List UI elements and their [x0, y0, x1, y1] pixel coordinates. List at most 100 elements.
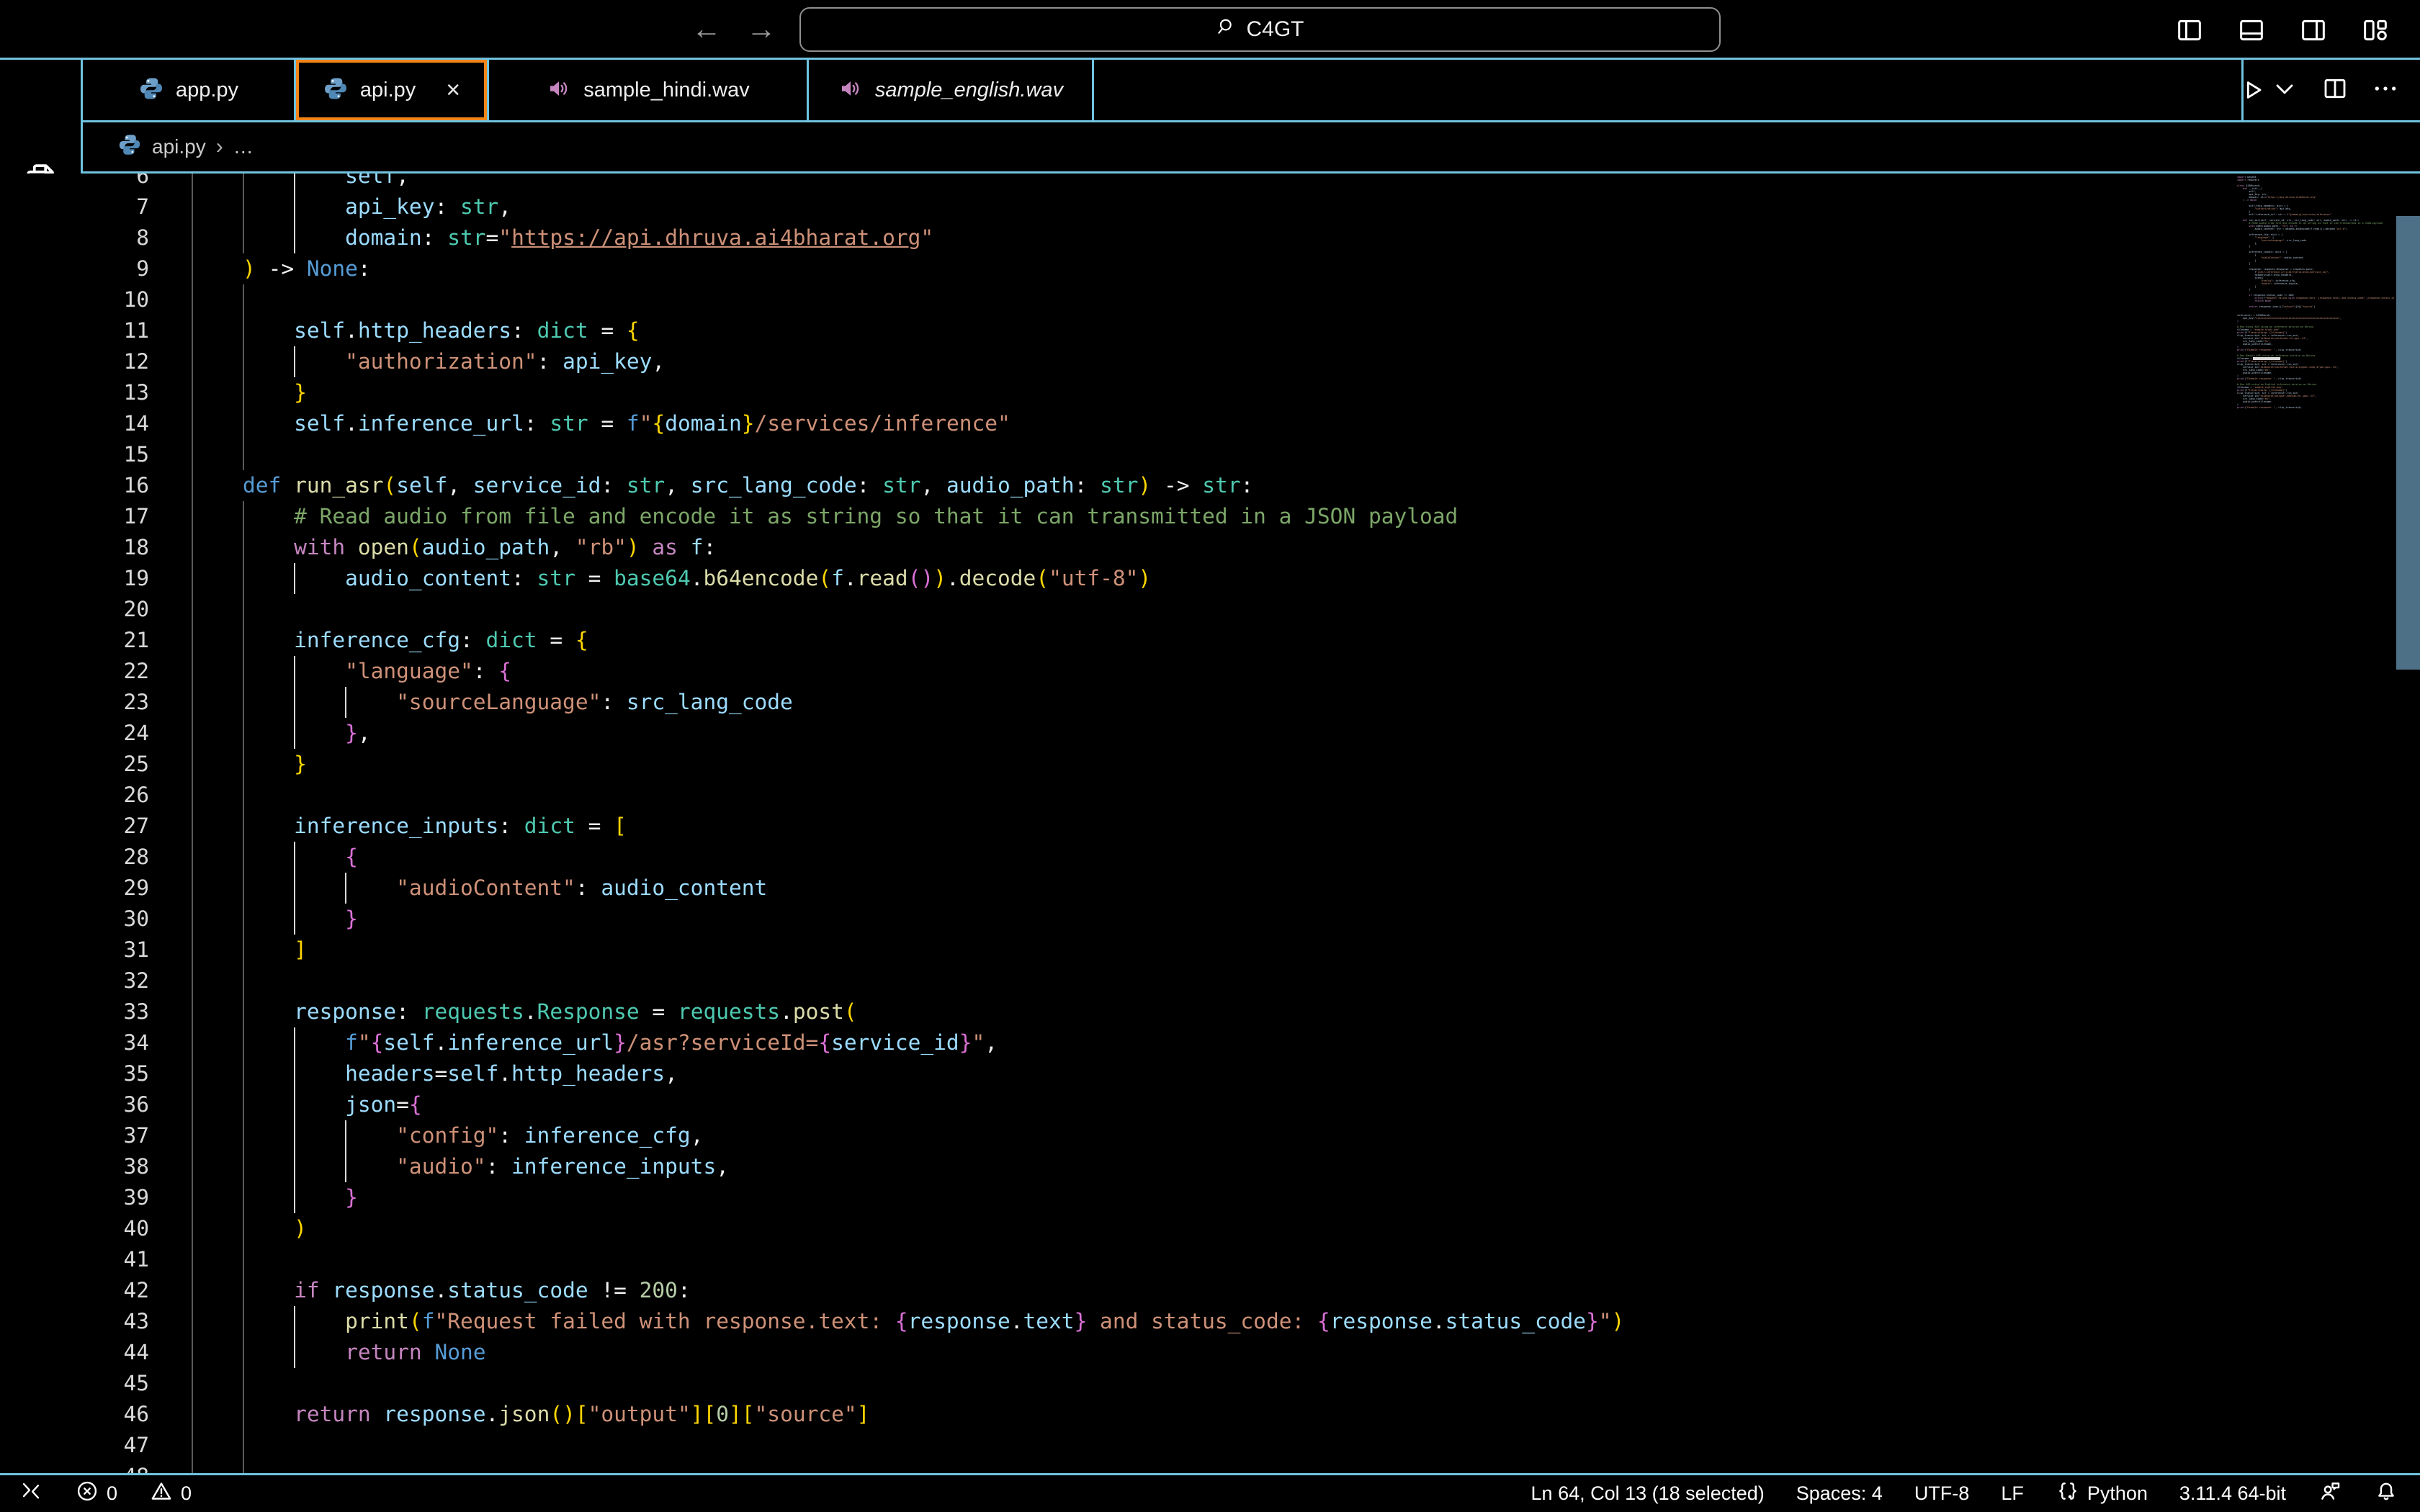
code-line[interactable]: 23 "sourceLanguage": src_lang_code: [0, 687, 2420, 718]
code-line[interactable]: 35 headers=self.http_headers,: [0, 1058, 2420, 1089]
line-number: 6: [81, 174, 149, 192]
line-number: 21: [81, 625, 149, 656]
status-lf[interactable]: LF: [2001, 1482, 2024, 1505]
tab-sample_hindi.wav[interactable]: sample_hindi.wav: [489, 60, 809, 120]
code-line[interactable]: 45: [0, 1368, 2420, 1399]
code-line[interactable]: 6 self,: [0, 174, 2420, 192]
code-line[interactable]: 22 "language": {: [0, 656, 2420, 687]
code-line[interactable]: 33 response: requests.Response = request…: [0, 996, 2420, 1027]
minimap[interactable]: import base64import requestsclass AI4Bha…: [2237, 176, 2394, 1473]
status-ln-64-col-13-18-selected[interactable]: Ln 64, Col 13 (18 selected): [1531, 1482, 1765, 1505]
code-line[interactable]: 17 # Read audio from file and encode it …: [0, 501, 2420, 532]
code-line[interactable]: 18 with open(audio_path, "rb") as f:: [0, 532, 2420, 563]
indent-guide: [243, 966, 244, 996]
code-line[interactable]: 44 return None: [0, 1337, 2420, 1368]
code-line[interactable]: 27 inference_inputs: dict = [: [0, 811, 2420, 842]
code-line[interactable]: 29 "audioContent": audio_content: [0, 873, 2420, 904]
more-actions-button[interactable]: [2371, 74, 2400, 107]
line-number: 10: [81, 284, 149, 315]
code-line[interactable]: 42 if response.status_code != 200:: [0, 1275, 2420, 1306]
status-bell[interactable]: [2374, 1479, 2398, 1508]
code-line[interactable]: 47: [0, 1430, 2420, 1461]
audio-file-icon: [838, 76, 864, 105]
code-line[interactable]: 37 "config": inference_cfg,: [0, 1120, 2420, 1151]
code-line[interactable]: 31 ]: [0, 935, 2420, 966]
status-label: 3.11.4 64-bit: [2179, 1482, 2286, 1505]
run-button[interactable]: [2238, 74, 2299, 107]
code-line[interactable]: 7 api_key: str,: [0, 192, 2420, 222]
status-utf-8[interactable]: UTF-8: [1914, 1482, 1970, 1505]
layout-sidebar-left-icon[interactable]: [2174, 14, 2205, 46]
breadcrumb-file[interactable]: api.py: [152, 135, 206, 158]
code-line[interactable]: 38 "audio": inference_inputs,: [0, 1151, 2420, 1182]
layout-sidebar-right-icon[interactable]: [2298, 14, 2329, 46]
close-icon[interactable]: ×: [446, 78, 460, 102]
forward-arrow-icon[interactable]: →: [746, 13, 776, 45]
line-number: 26: [81, 780, 149, 811]
tab-api.py[interactable]: api.py×: [296, 60, 489, 120]
status-remote[interactable]: [19, 1479, 43, 1508]
code-line[interactable]: 9 ) -> None:: [0, 253, 2420, 284]
split-editor-button[interactable]: [2321, 74, 2349, 107]
code-line[interactable]: 30 }: [0, 904, 2420, 935]
code-line[interactable]: 12 "authorization": api_key,: [0, 346, 2420, 377]
line-number: 8: [81, 222, 149, 253]
status-warning[interactable]: 0: [149, 1479, 192, 1508]
chevron-down-icon[interactable]: [2270, 74, 2299, 107]
code-line[interactable]: 19 audio_content: str = base64.b64encode…: [0, 563, 2420, 594]
status-feedback[interactable]: [2318, 1479, 2342, 1508]
code-line[interactable]: 21 inference_cfg: dict = {: [0, 625, 2420, 656]
code-text: }: [192, 749, 307, 780]
tab-sample_english.wav[interactable]: sample_english.wav: [809, 60, 1094, 120]
command-center-search[interactable]: C4GT: [799, 7, 1721, 52]
status-label: Ln 64, Col 13 (18 selected): [1531, 1482, 1765, 1505]
code-line[interactable]: 16 def run_asr(self, service_id: str, sr…: [0, 470, 2420, 501]
code-text: self.http_headers: dict = {: [192, 315, 640, 346]
code-text: "sourceLanguage": src_lang_code: [192, 687, 793, 718]
code-line[interactable]: 13 }: [0, 377, 2420, 408]
code-line[interactable]: 15: [0, 439, 2420, 470]
code-line[interactable]: 48: [0, 1461, 2420, 1473]
code-text: inference_cfg: dict = {: [192, 625, 588, 656]
code-line[interactable]: 39 }: [0, 1182, 2420, 1213]
line-number: 20: [81, 594, 149, 625]
code-text: with open(audio_path, "rb") as f:: [192, 532, 716, 563]
back-arrow-icon[interactable]: ←: [691, 13, 722, 45]
code-line[interactable]: 24 },: [0, 718, 2420, 749]
line-number: 19: [81, 563, 149, 594]
indent-guide: [192, 1430, 193, 1461]
code-line[interactable]: 25 }: [0, 749, 2420, 780]
code-line[interactable]: 41: [0, 1244, 2420, 1275]
code-line[interactable]: 10: [0, 284, 2420, 315]
layout-panel-icon[interactable]: [2236, 14, 2267, 46]
line-number: 33: [81, 996, 149, 1027]
code-line[interactable]: 20: [0, 594, 2420, 625]
code-line[interactable]: 14 self.inference_url: str = f"{domain}/…: [0, 408, 2420, 439]
status-3-11-4-64-bit[interactable]: 3.11.4 64-bit: [2179, 1482, 2286, 1505]
code-line[interactable]: 36 json={: [0, 1089, 2420, 1120]
tab-app.py[interactable]: app.py: [83, 60, 296, 120]
line-number: 45: [81, 1368, 149, 1399]
vertical-scrollbar[interactable]: [2396, 174, 2420, 1473]
breadcrumb-more[interactable]: …: [233, 135, 254, 158]
indent-guide: [243, 780, 244, 811]
code-line[interactable]: 40 ): [0, 1213, 2420, 1244]
code-line[interactable]: 8 domain: str="https://api.dhruva.ai4bha…: [0, 222, 2420, 253]
code-line[interactable]: 43 print(f"Request failed with response.…: [0, 1306, 2420, 1337]
title-bar: ← → C4GT: [0, 0, 2420, 58]
scrollbar-slider[interactable]: [2396, 216, 2420, 670]
code-line[interactable]: 26: [0, 780, 2420, 811]
code-line[interactable]: 46 return response.json()["output"][0]["…: [0, 1399, 2420, 1430]
layout-custom-icon[interactable]: [2360, 14, 2391, 46]
line-number: 29: [81, 873, 149, 904]
code-line[interactable]: 28 {: [0, 842, 2420, 873]
code-text: return response.json()["output"][0]["sou…: [192, 1399, 869, 1430]
status-error[interactable]: 0: [75, 1479, 117, 1508]
code-line[interactable]: 11 self.http_headers: dict = {: [0, 315, 2420, 346]
status-braces[interactable]: Python: [2056, 1479, 2148, 1508]
indent-guide: [243, 1430, 244, 1461]
status-spaces-4[interactable]: Spaces: 4: [1796, 1482, 1883, 1505]
code-line[interactable]: 32: [0, 966, 2420, 996]
code-editor[interactable]: 6 self,7 api_key: str,8 domain: str="htt…: [0, 174, 2420, 1473]
code-line[interactable]: 34 f"{self.inference_url}/asr?serviceId=…: [0, 1027, 2420, 1058]
